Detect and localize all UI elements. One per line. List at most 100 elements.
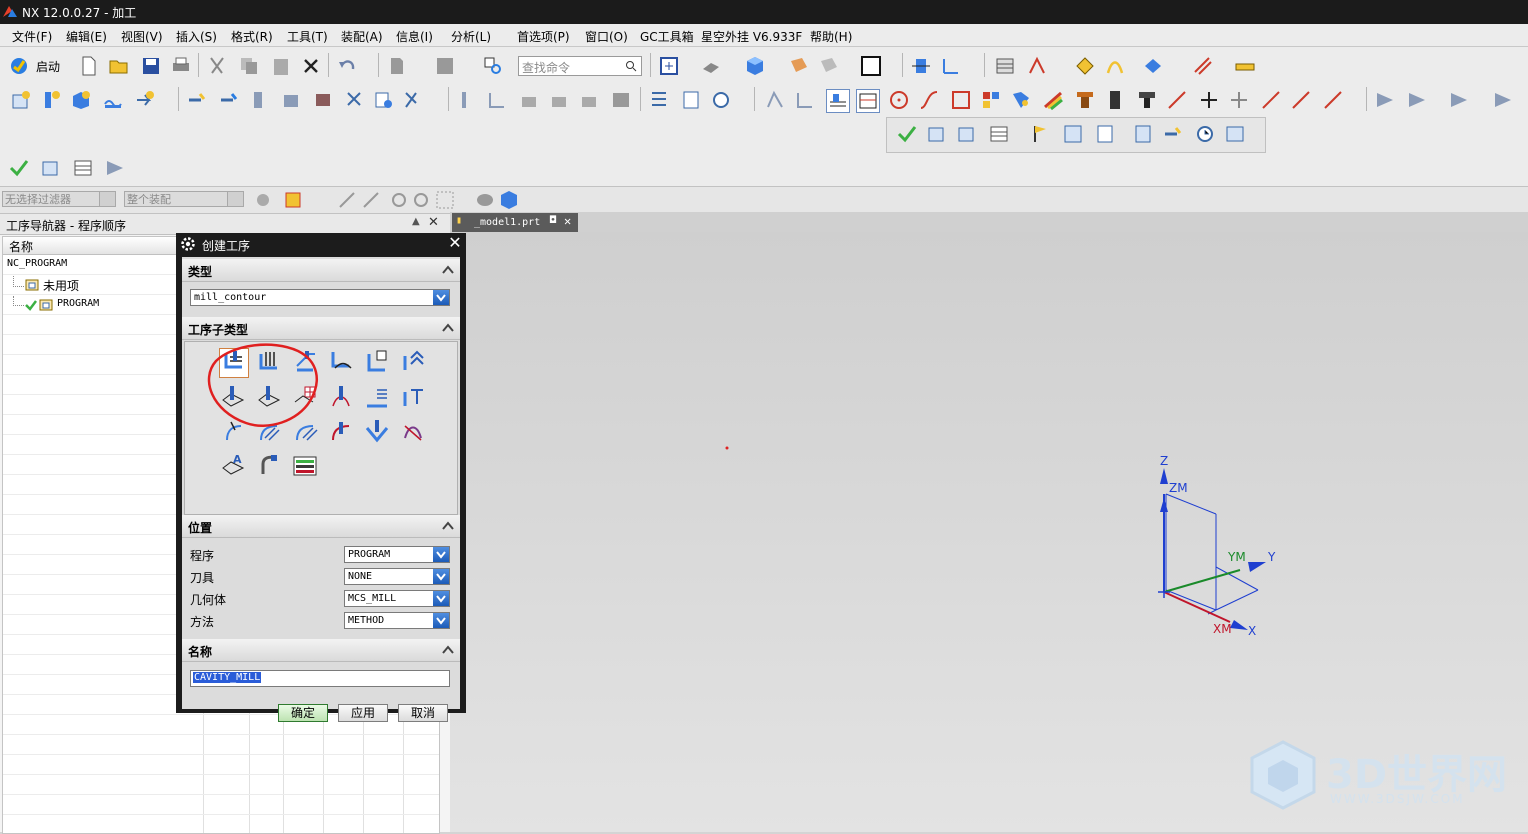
print-icon[interactable]	[170, 55, 192, 77]
profile-3d-icon[interactable]	[363, 418, 391, 446]
new-file-icon[interactable]	[78, 55, 100, 77]
rainbow-icon[interactable]	[1042, 89, 1064, 111]
search-icon[interactable]	[625, 60, 637, 72]
replay-toolpath-icon[interactable]	[218, 89, 240, 111]
collapse-icon[interactable]	[440, 518, 456, 534]
machine-tool-view-icon[interactable]	[710, 89, 732, 111]
type-select[interactable]: mill_contour	[190, 289, 450, 306]
collapse-icon[interactable]	[440, 262, 456, 278]
material-removal-icon[interactable]	[518, 89, 540, 111]
mill-user-icon[interactable]	[255, 452, 283, 480]
location-section-header[interactable]: 位置	[182, 515, 460, 538]
curve-icon[interactable]	[918, 89, 940, 111]
flag-icon[interactable]	[1030, 123, 1052, 145]
list-toolpath-icon[interactable]	[250, 89, 272, 111]
menu-help[interactable]: 帮助(H)	[810, 28, 852, 45]
tool-select[interactable]: NONE	[344, 568, 450, 585]
file-tab[interactable]: ▮ _model1.prt ◘ ✕	[452, 213, 578, 232]
ok-button[interactable]: 确定	[278, 704, 328, 722]
gouge-check-icon[interactable]	[578, 89, 600, 111]
streamline-icon[interactable]	[327, 384, 355, 412]
command-search-input[interactable]: 查找命令	[518, 56, 642, 76]
settings-icon[interactable]	[1224, 123, 1246, 145]
output-cls-icon[interactable]	[402, 89, 424, 111]
solid-body-icon[interactable]	[474, 189, 493, 207]
shop-doc-icon[interactable]	[372, 89, 394, 111]
end-point-icon[interactable]	[336, 189, 355, 208]
program-control-icon[interactable]	[291, 452, 319, 480]
filter-settings-icon[interactable]	[252, 189, 270, 207]
measure-icon[interactable]	[1234, 55, 1256, 77]
background-color-icon[interactable]	[860, 55, 882, 77]
operation-nav-icon[interactable]	[648, 89, 670, 111]
gear-icon[interactable]	[180, 236, 196, 252]
view-section-icon[interactable]	[818, 55, 840, 77]
cube-select-icon[interactable]	[498, 189, 517, 209]
cut-icon[interactable]	[206, 55, 228, 77]
wcs-dynamic-icon[interactable]	[940, 55, 962, 77]
create-program-icon[interactable]	[10, 89, 32, 111]
create-operation-icon[interactable]	[134, 89, 156, 111]
contour-steep-icon[interactable]	[363, 384, 391, 412]
line-tool-2-icon[interactable]	[1290, 89, 1312, 111]
time-icon[interactable]	[1194, 123, 1216, 145]
dropdown-arrow-icon[interactable]	[433, 569, 449, 584]
menu-plugin[interactable]: 星空外挂 V6.933F	[701, 28, 802, 45]
collapse-arrow-icon[interactable]: ▲	[412, 216, 420, 227]
paste-icon[interactable]	[270, 55, 292, 77]
snap-view-icon[interactable]	[1142, 55, 1164, 77]
sketch-tool-icon[interactable]	[1074, 55, 1096, 77]
collapse-icon[interactable]	[440, 642, 456, 658]
type-section-header[interactable]: 类型	[182, 259, 460, 282]
object-group-icon[interactable]	[956, 123, 978, 145]
undo-icon[interactable]	[336, 55, 358, 77]
cancel-button[interactable]: 取消	[398, 704, 448, 722]
selection-filter-combo[interactable]: 无选择过滤器	[2, 191, 116, 207]
info-window-icon[interactable]	[1062, 123, 1084, 145]
grid-list-icon[interactable]	[72, 157, 94, 179]
snap-point-icon[interactable]	[282, 189, 301, 208]
create-geometry-icon[interactable]	[70, 89, 92, 111]
contour-text-icon[interactable]	[399, 418, 427, 446]
tool-drive-1-icon[interactable]	[1374, 89, 1396, 111]
tool-drive-3-icon[interactable]	[1448, 89, 1470, 111]
copy-format-icon[interactable]	[386, 55, 408, 77]
dropdown-arrow-icon[interactable]	[433, 547, 449, 562]
zlevel-corner-icon[interactable]	[399, 348, 427, 376]
simulate-icon[interactable]	[312, 89, 334, 111]
close-icon[interactable]: ✕	[446, 234, 464, 252]
menu-file[interactable]: 文件(F)	[12, 28, 52, 45]
render-style-icon[interactable]	[700, 55, 722, 77]
menu-insert[interactable]: 插入(S)	[176, 28, 217, 45]
blank-icon[interactable]	[40, 157, 62, 179]
delete-icon[interactable]	[300, 55, 322, 77]
generate-toolpath-icon[interactable]	[186, 89, 208, 111]
face-milling-icon[interactable]	[826, 89, 850, 113]
command-finder-icon[interactable]	[482, 55, 504, 77]
layer-settings-icon[interactable]	[994, 55, 1016, 77]
layer-icon[interactable]	[434, 55, 456, 77]
verify-check-icon[interactable]	[8, 157, 30, 179]
center-point-icon[interactable]	[388, 189, 406, 207]
postprocess-icon[interactable]	[344, 89, 366, 111]
tool-axis-icon[interactable]	[486, 89, 508, 111]
menu-window[interactable]: 窗口(O)	[585, 28, 628, 45]
menu-view[interactable]: 视图(V)	[121, 28, 163, 45]
name-section-header[interactable]: 名称	[182, 639, 460, 662]
menu-format[interactable]: 格式(R)	[231, 28, 273, 45]
subtype-section-header[interactable]: 工序子类型	[182, 317, 460, 340]
graphics-viewport[interactable]: Z ZM Y YM X XM 3D世界网 WWW.3DSJW.COM	[450, 232, 1528, 832]
tool-drive-4-icon[interactable]	[1492, 89, 1514, 111]
zlevel-profile-icon[interactable]	[363, 348, 391, 376]
geometry-select[interactable]: MCS_MILL	[344, 590, 450, 607]
box-select-icon[interactable]	[434, 189, 454, 209]
verify-toolpath-icon[interactable]	[280, 89, 302, 111]
ipw-icon[interactable]	[548, 89, 570, 111]
spindle-icon[interactable]	[1136, 89, 1158, 111]
feed-speed-icon[interactable]	[1162, 123, 1184, 145]
menu-analysis[interactable]: 分析(L)	[451, 28, 491, 45]
feeds-icon[interactable]	[456, 89, 478, 111]
program-order-icon[interactable]	[680, 89, 702, 111]
grid-snap-icon[interactable]	[1192, 55, 1214, 77]
line-tool-3-icon[interactable]	[1322, 89, 1344, 111]
